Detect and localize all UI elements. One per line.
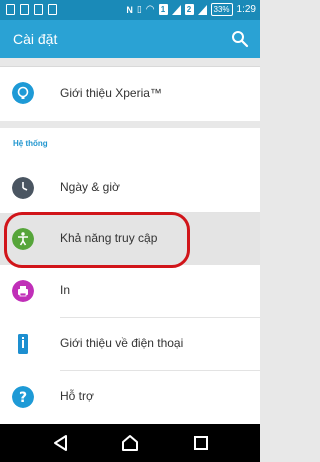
phone-icon <box>34 4 43 15</box>
annotation-highlight <box>4 212 190 268</box>
clock-icon <box>12 177 34 199</box>
list-item-label: In <box>60 283 71 297</box>
recent-apps-button[interactable] <box>192 434 210 452</box>
settings-group-xperia: Giới thiệu Xperia™ <box>0 66 260 121</box>
signal-icon <box>171 4 181 15</box>
help-icon: ? <box>12 386 34 408</box>
image-icon <box>6 4 15 15</box>
signal-icon <box>197 4 207 15</box>
page-title: Cài đặt <box>13 31 58 47</box>
battery-indicator: 33% <box>210 3 233 16</box>
vibrate-icon: ▯ <box>136 4 142 14</box>
list-item-xperia-about[interactable]: Giới thiệu Xperia™ <box>0 68 260 120</box>
back-button[interactable] <box>52 434 70 452</box>
sim1-icon: 1 <box>158 4 168 15</box>
list-item-label: Giới thiệu Xperia™ <box>60 86 162 100</box>
search-button[interactable] <box>230 29 250 49</box>
svg-text:?: ? <box>19 390 27 406</box>
image-icon <box>20 4 29 15</box>
status-bar: N ▯ ◠ 1 2 33% 1:29 <box>0 0 260 20</box>
nfc-icon: N <box>126 4 133 15</box>
settings-group-system: Hệ thống Ngày & giờ Khả năng truy cập In <box>0 128 260 424</box>
phone-info-icon <box>18 334 28 354</box>
clock: 1:29 <box>236 4 256 15</box>
list-item-about-phone[interactable]: Giới thiệu về điện thoại <box>0 318 260 370</box>
list-item-print[interactable]: In <box>0 265 260 317</box>
sim2-icon: 2 <box>184 4 194 15</box>
navigation-bar <box>0 424 260 462</box>
app-bar: Cài đặt <box>0 20 260 58</box>
search-icon <box>232 31 249 48</box>
section-header-system: Hệ thống <box>13 139 48 148</box>
list-item-label: Ngày & giờ <box>60 180 120 194</box>
xperia-info-icon <box>12 82 34 104</box>
home-button[interactable] <box>121 434 139 452</box>
print-icon <box>12 280 34 302</box>
list-item-date-time[interactable]: Ngày & giờ <box>0 162 260 214</box>
list-item-support[interactable]: ? Hỗ trợ <box>0 371 260 423</box>
list-item-label: Hỗ trợ <box>60 389 94 403</box>
wifi-icon: ◠ <box>145 4 155 15</box>
list-item-label: Giới thiệu về điện thoại <box>60 336 184 350</box>
notification-icons <box>6 4 57 15</box>
phone-icon <box>48 4 57 15</box>
